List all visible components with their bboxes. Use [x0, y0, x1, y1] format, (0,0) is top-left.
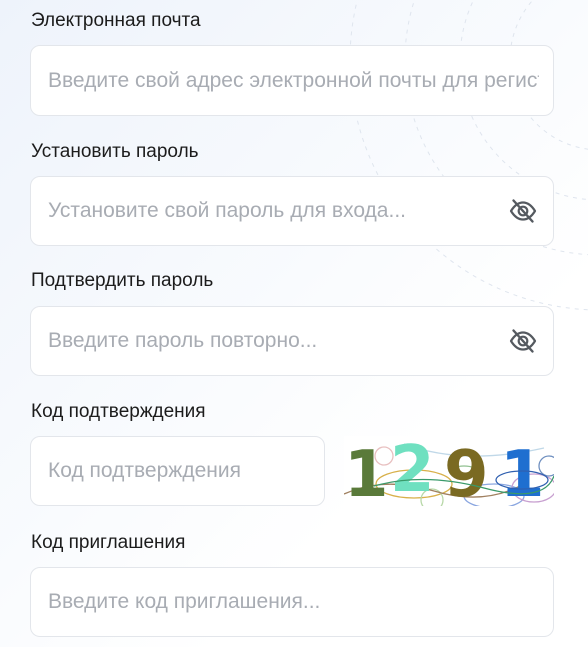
- confirm-password-field-wrapper: [30, 306, 554, 376]
- verification-code-label: Код подтверждения: [31, 401, 206, 422]
- email-field-wrapper: [30, 45, 554, 116]
- captcha-char: 9: [444, 438, 489, 506]
- captcha-char: 2: [390, 436, 435, 506]
- invite-code-label: Код приглашения: [31, 532, 186, 553]
- password-field-wrapper: [30, 176, 554, 246]
- confirm-password-label: Подтвердить пароль: [31, 270, 214, 291]
- captcha-image[interactable]: 1 2 9 1: [344, 436, 554, 506]
- email-field[interactable]: [48, 68, 539, 93]
- captcha-char: 1: [500, 438, 545, 506]
- email-label: Электронная почта: [31, 10, 201, 31]
- password-label: Установить пароль: [31, 141, 199, 162]
- invite-code-field-wrapper: [30, 567, 554, 637]
- verification-code-field[interactable]: [48, 459, 310, 483]
- confirm-password-field[interactable]: [48, 329, 507, 353]
- invite-code-field[interactable]: [48, 590, 539, 614]
- captcha-noise: 1 2 9 1: [344, 436, 554, 506]
- password-field[interactable]: [48, 199, 507, 223]
- eye-off-icon[interactable]: [507, 325, 539, 357]
- captcha-char: 1: [344, 438, 389, 506]
- verification-code-field-wrapper: [30, 436, 325, 506]
- eye-off-icon[interactable]: [507, 195, 539, 227]
